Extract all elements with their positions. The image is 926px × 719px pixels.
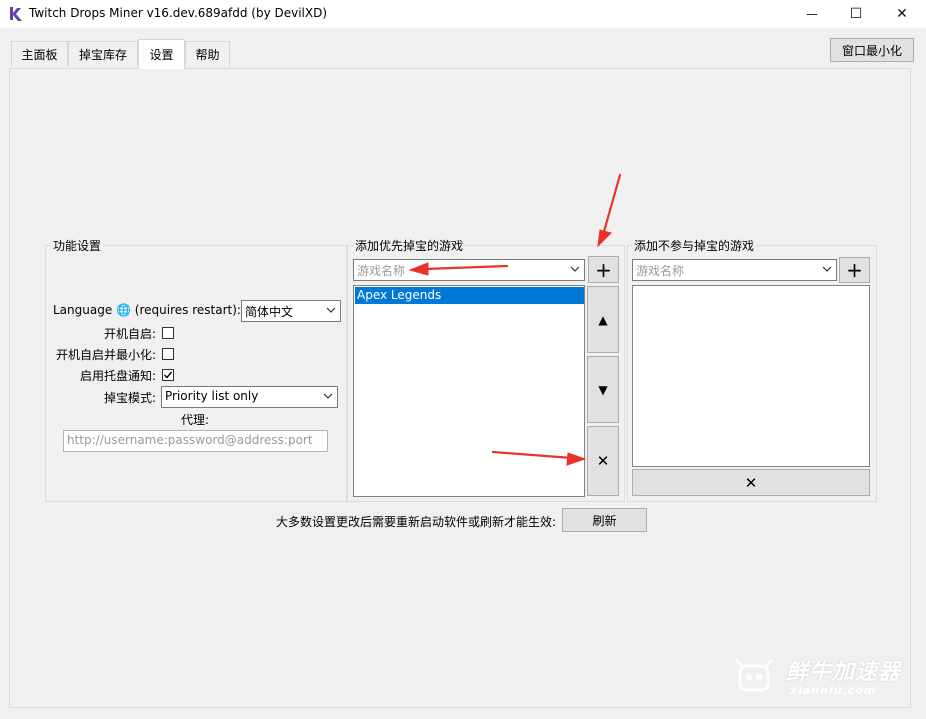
watermark-text: 鲜牛加速器 xyxy=(786,660,902,685)
autostart-tray-checkbox[interactable] xyxy=(162,348,174,360)
tray-notifications-label: 启用托盘通知: xyxy=(80,369,157,383)
minimize-to-tray-button[interactable]: 窗口最小化 xyxy=(830,38,914,62)
tab-inventory[interactable]: 掉宝库存 xyxy=(68,41,138,66)
chevron-down-icon xyxy=(326,307,336,313)
tray-notifications-checkbox[interactable] xyxy=(162,369,174,381)
exclude-games-list[interactable] xyxy=(632,285,870,467)
priority-mode-select[interactable]: Priority list only xyxy=(161,386,338,408)
proxy-input[interactable]: http://username:password@address:port xyxy=(63,430,328,452)
tab-settings-label: 设置 xyxy=(149,48,174,62)
plus-icon: + xyxy=(846,258,863,282)
minimize-to-tray-label: 窗口最小化 xyxy=(841,43,902,58)
plus-icon: + xyxy=(595,257,612,282)
list-item-label: Apex Legends xyxy=(357,288,442,302)
delete-icon: ✕ xyxy=(744,473,758,492)
chevron-down-icon xyxy=(570,266,580,272)
priority-games-label: 添加优先掉宝的游戏 xyxy=(353,237,466,254)
watermark-logo-icon xyxy=(734,658,774,692)
window-maximize-button[interactable]: ☐ xyxy=(833,0,879,28)
chevron-down-icon xyxy=(822,266,832,272)
general-settings-label: 功能设置 xyxy=(51,237,104,254)
tab-help[interactable]: 帮助 xyxy=(185,41,230,66)
priority-game-input[interactable]: 游戏名称 xyxy=(353,259,585,281)
autostart-checkbox[interactable] xyxy=(162,327,174,339)
arrow-up-icon: ▲ xyxy=(598,312,608,327)
priority-mode-label: 掉宝模式: xyxy=(104,391,157,405)
maximize-icon: ☐ xyxy=(849,6,863,22)
tab-main-label: 主面板 xyxy=(21,47,58,62)
move-up-button[interactable]: ▲ xyxy=(587,286,619,353)
chevron-down-icon xyxy=(323,393,333,399)
arrow-down-icon: ▼ xyxy=(598,382,608,397)
delete-exclude-game-button[interactable]: ✕ xyxy=(632,469,870,496)
window-close-button[interactable]: ✕ xyxy=(879,0,925,28)
reload-button[interactable]: 刷新 xyxy=(562,508,647,532)
language-select[interactable]: 简体中文 xyxy=(241,300,341,322)
exclude-game-input[interactable]: 游戏名称 xyxy=(632,259,837,281)
language-label: Language 🌐 (requires restart): xyxy=(53,303,241,317)
exclude-games-label: 添加不参与掉宝的游戏 xyxy=(632,237,757,254)
tab-help-label: 帮助 xyxy=(195,47,220,62)
tab-inventory-label: 掉宝库存 xyxy=(78,47,127,62)
tab-settings[interactable]: 设置 xyxy=(138,39,185,69)
minimize-icon: — xyxy=(806,7,818,21)
delete-priority-game-button[interactable]: ✕ xyxy=(587,426,619,496)
app-logo-icon xyxy=(10,7,22,21)
add-exclude-game-button[interactable]: + xyxy=(839,257,870,283)
list-item[interactable]: Apex Legends xyxy=(355,287,584,304)
exclude-game-placeholder: 游戏名称 xyxy=(636,264,685,278)
delete-icon: ✕ xyxy=(596,452,610,470)
close-icon: ✕ xyxy=(896,6,908,22)
window-title: Twitch Drops Miner v16.dev.689afdd (by D… xyxy=(29,6,328,20)
move-down-button[interactable]: ▼ xyxy=(587,356,619,423)
autostart-tray-label: 开机自启并最小化: xyxy=(56,348,157,362)
autostart-label: 开机自启: xyxy=(104,327,157,341)
add-priority-game-button[interactable]: + xyxy=(588,256,619,283)
language-value: 简体中文 xyxy=(245,305,294,319)
priority-mode-value: Priority list only xyxy=(165,389,259,403)
watermark-subtext: xianniu.com xyxy=(790,684,877,697)
proxy-placeholder: http://username:password@address:port xyxy=(67,433,313,447)
priority-game-placeholder: 游戏名称 xyxy=(357,264,406,278)
tab-main[interactable]: 主面板 xyxy=(11,41,68,66)
window-minimize-button[interactable]: — xyxy=(789,0,835,28)
reload-note: 大多数设置更改后需要重新启动软件或刷新才能生效: xyxy=(276,515,557,529)
proxy-label: 代理: xyxy=(181,413,210,427)
priority-games-list[interactable]: Apex Legends xyxy=(353,285,585,497)
reload-button-label: 刷新 xyxy=(592,513,617,528)
checkmark-icon xyxy=(164,371,173,379)
